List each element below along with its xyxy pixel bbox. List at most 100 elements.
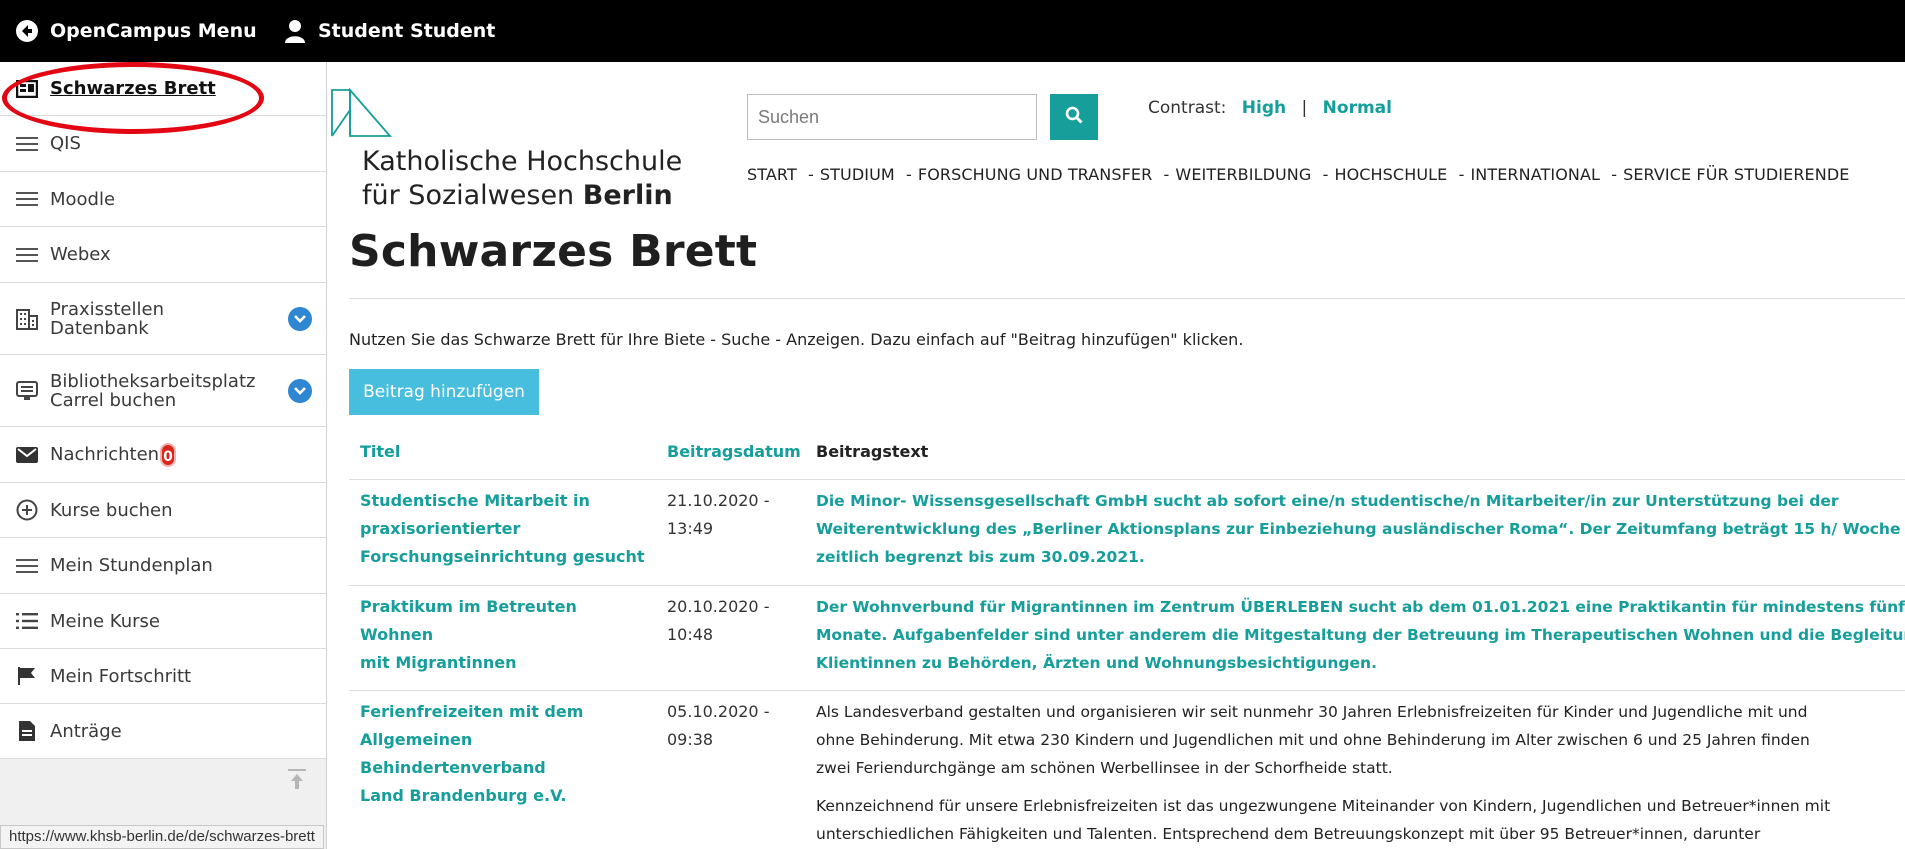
nav-item-forschung[interactable]: FORSCHUNG UND TRANSFER bbox=[918, 165, 1152, 184]
sidebar-item-label: Mein Fortschritt bbox=[50, 665, 192, 687]
sidebar-item-label-line1: Bibliotheksarbeitsplatz bbox=[50, 370, 256, 392]
nav-separator: - bbox=[1322, 165, 1329, 184]
post-title-line: Land Brandenburg e.V. bbox=[360, 786, 567, 805]
nav-item-start[interactable]: START bbox=[747, 165, 797, 184]
post-date-line: 20.10.2020 - bbox=[667, 597, 770, 616]
nav-item-international[interactable]: INTERNATIONAL bbox=[1470, 165, 1600, 184]
post-text-line: Der Wohnverbund für Migrantinnen im Zent… bbox=[816, 598, 1905, 616]
sidebar-item-nachrichten[interactable]: Nachrichten 0 bbox=[0, 427, 326, 483]
sidebar-item-label-line1: Praxisstellen bbox=[50, 298, 164, 320]
plus-circle-icon bbox=[14, 497, 40, 523]
post-text-link[interactable]: Die Minor- Wissensgesellschaft GmbH such… bbox=[816, 487, 1905, 571]
intro-text: Nutzen Sie das Schwarze Brett für Ihre B… bbox=[349, 330, 1244, 349]
document-icon bbox=[14, 718, 40, 744]
post-text-line: Die Minor- Wissensgesellschaft GmbH such… bbox=[816, 492, 1839, 510]
post-title-line: Forschungseinrichtung gesucht bbox=[360, 547, 645, 566]
post-date: 20.10.2020 - 10:48 bbox=[667, 593, 797, 649]
sidebar-item-label: Bibliotheksarbeitsplatz Carrel buchen bbox=[50, 372, 255, 410]
post-text-line: zwei Feriendurchgänge am schönen Werbell… bbox=[816, 759, 1393, 777]
post-text-line: Als Landesverband gestalten und organisi… bbox=[816, 703, 1808, 721]
search-input[interactable] bbox=[747, 94, 1037, 140]
sidebar-item-label: Meine Kurse bbox=[50, 610, 160, 632]
opencampus-menu-label: OpenCampus Menu bbox=[50, 20, 257, 42]
post-date: 21.10.2020 - 13:49 bbox=[667, 487, 797, 543]
post-text-line: unterschiedlichen Fähigkeiten und Talent… bbox=[816, 825, 1761, 843]
post-text-link[interactable]: Der Wohnverbund für Migrantinnen im Zent… bbox=[816, 593, 1905, 677]
post-text-line: Weiterentwicklung des „Berliner Aktionsp… bbox=[816, 520, 1905, 538]
nav-separator: - bbox=[906, 165, 912, 184]
sidebar-item-moodle[interactable]: Moodle bbox=[0, 172, 326, 227]
user-menu-button[interactable]: Student Student bbox=[282, 0, 495, 62]
post-date-line: 10:48 bbox=[667, 625, 714, 644]
scroll-to-top-icon[interactable] bbox=[288, 769, 306, 795]
sidebar-item-qis[interactable]: QIS bbox=[0, 116, 326, 172]
envelope-icon bbox=[14, 442, 40, 468]
monitor-icon bbox=[14, 378, 40, 404]
sidebar-item-kurse-buchen[interactable]: Kurse buchen bbox=[0, 483, 326, 538]
building-icon bbox=[14, 306, 40, 332]
post-text-line: Klientinnen zu Behörden, Ärzten und Wohn… bbox=[816, 654, 1377, 672]
post-title-line: Allgemeinen Behindertenverband bbox=[360, 730, 546, 777]
nav-item-weiterbildung[interactable]: WEITERBILDUNG bbox=[1175, 165, 1311, 184]
post-date: 05.10.2020 - 09:38 bbox=[667, 698, 797, 754]
post-title-line: mit Migrantinnen bbox=[360, 653, 517, 672]
nav-separator: - bbox=[1458, 165, 1465, 184]
column-header-date[interactable]: Beitragsdatum bbox=[667, 442, 801, 461]
nav-separator: - bbox=[1611, 165, 1618, 184]
title-divider bbox=[349, 298, 1905, 299]
sidebar-item-label: Anträge bbox=[50, 720, 122, 742]
post-title-line: Praktikum im Betreuten Wohnen bbox=[360, 597, 577, 644]
chevron-down-icon[interactable] bbox=[288, 378, 312, 403]
menu-lines-icon bbox=[14, 242, 40, 268]
user-name-label: Student Student bbox=[318, 20, 496, 42]
contrast-label: Contrast: bbox=[1148, 98, 1227, 118]
post-title-link[interactable]: Ferienfreizeiten mit dem Allgemeinen Beh… bbox=[360, 698, 650, 810]
post-title-line: praxisorientierter bbox=[360, 519, 521, 538]
post-title-link[interactable]: Praktikum im Betreuten Wohnen mit Migran… bbox=[360, 593, 650, 677]
sidebar-item-label: Schwarzes Brett bbox=[50, 78, 216, 99]
nav-item-hochschule[interactable]: HOCHSCHULE bbox=[1334, 165, 1447, 184]
sidebar-item-mein-stundenplan[interactable]: Mein Stundenplan bbox=[0, 538, 326, 594]
logo-text-line2: für Sozialwesen Berlin bbox=[362, 180, 673, 211]
search-button[interactable] bbox=[1050, 94, 1098, 140]
post-title-link[interactable]: Studentische Mitarbeit in praxisorientie… bbox=[360, 487, 650, 571]
post-date-line: 13:49 bbox=[667, 519, 714, 538]
sidebar-item-label: QIS bbox=[50, 133, 81, 154]
sidebar-item-bibliotheksarbeitsplatz[interactable]: Bibliotheksarbeitsplatz Carrel buchen bbox=[0, 355, 326, 427]
unread-count-badge: 0 bbox=[160, 442, 177, 467]
list-icon bbox=[14, 608, 40, 634]
post-title-line: Ferienfreizeiten mit dem bbox=[360, 702, 584, 721]
sidebar-item-label: Nachrichten bbox=[50, 444, 160, 465]
contrast-separator: | bbox=[1301, 98, 1308, 118]
logo-text-line2-b: Berlin bbox=[582, 180, 673, 211]
khsb-logo[interactable] bbox=[330, 87, 396, 142]
nav-separator: - bbox=[808, 165, 814, 184]
sidebar-item-meine-kurse[interactable]: Meine Kurse bbox=[0, 594, 326, 649]
table-divider bbox=[349, 585, 1905, 586]
opencampus-menu-button[interactable]: OpenCampus Menu bbox=[14, 0, 257, 62]
sidebar-item-mein-fortschritt[interactable]: Mein Fortschritt bbox=[0, 649, 326, 704]
nav-item-studium[interactable]: STUDIUM bbox=[820, 165, 895, 184]
sidebar-item-antraege[interactable]: Anträge bbox=[0, 704, 326, 759]
column-header-title[interactable]: Titel bbox=[360, 442, 400, 461]
flag-icon bbox=[14, 663, 40, 689]
post-title-line: Studentische Mitarbeit in bbox=[360, 491, 590, 510]
sidebar-item-praxisstellen-datenbank[interactable]: Praxisstellen Datenbank bbox=[0, 283, 326, 355]
page-title: Schwarzes Brett bbox=[349, 226, 758, 277]
logo-text-line2-a: für Sozialwesen bbox=[362, 180, 583, 211]
board-icon bbox=[14, 76, 40, 102]
sidebar-item-label: Kurse buchen bbox=[50, 499, 173, 521]
status-bar-url: https://www.khsb-berlin.de/de/schwarzes-… bbox=[0, 825, 324, 849]
sidebar-item-label: Praxisstellen Datenbank bbox=[50, 300, 164, 338]
post-text-line: Kennzeichnend für unsere Erlebnisfreizei… bbox=[816, 797, 1831, 815]
post-text-paragraph-2: Kennzeichnend für unsere Erlebnisfreizei… bbox=[816, 792, 1905, 848]
sidebar-item-schwarzes-brett[interactable]: Schwarzes Brett bbox=[0, 62, 326, 116]
contrast-normal-link[interactable]: Normal bbox=[1323, 98, 1392, 118]
add-post-button[interactable]: Beitrag hinzufügen bbox=[349, 369, 539, 415]
sidebar-item-label: Mein Stundenplan bbox=[50, 555, 213, 576]
sidebar-item-webex[interactable]: Webex bbox=[0, 227, 326, 283]
nav-item-service[interactable]: SERVICE FÜR STUDIERENDE bbox=[1623, 165, 1849, 184]
opencampus-logo-icon bbox=[14, 18, 40, 44]
contrast-high-link[interactable]: High bbox=[1242, 98, 1286, 118]
chevron-down-icon[interactable] bbox=[288, 306, 312, 331]
